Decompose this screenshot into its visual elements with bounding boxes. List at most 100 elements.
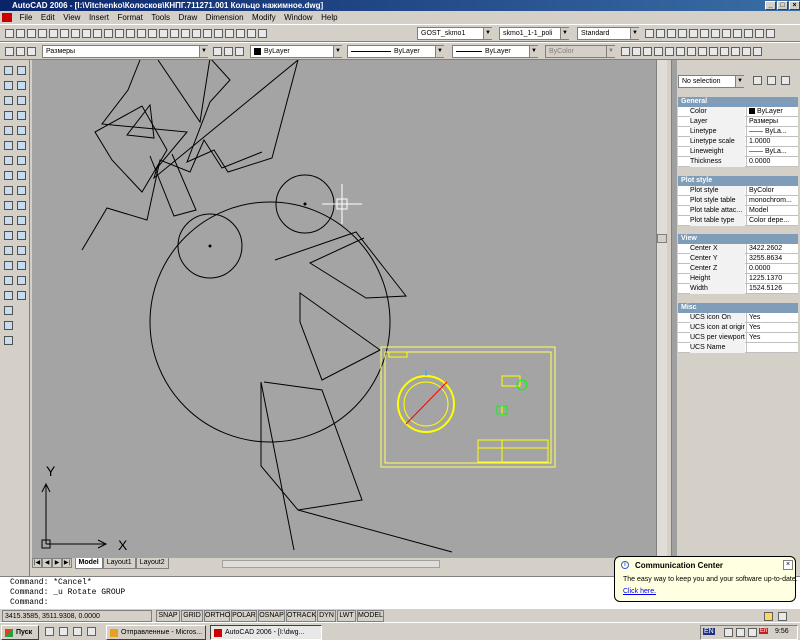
zoom-previous2-icon[interactable]: [744, 29, 753, 39]
text-style-select[interactable]: GOST_skmo1 ▼: [417, 27, 492, 40]
minimize-button[interactable]: _: [765, 1, 776, 10]
table-style-select[interactable]: Standard ▼: [577, 27, 639, 40]
publish-icon[interactable]: [60, 29, 69, 39]
tab-layout2[interactable]: Layout2: [135, 558, 169, 569]
menu-view[interactable]: View: [60, 11, 83, 24]
section-plot-style[interactable]: Plot style: [678, 176, 798, 186]
baseline-icon[interactable]: [720, 47, 729, 57]
zoom-window-icon[interactable]: [170, 29, 179, 39]
quicklaunch-icon[interactable]: [87, 627, 96, 636]
selection-select[interactable]: No selection ▼: [678, 75, 744, 88]
circle-icon[interactable]: [4, 171, 13, 180]
section-view[interactable]: View: [678, 234, 798, 244]
stretch-icon[interactable]: [17, 186, 26, 195]
dyn-button[interactable]: DYN: [317, 610, 336, 622]
quicklaunch-icon[interactable]: [73, 627, 82, 636]
continue-icon[interactable]: [731, 47, 740, 57]
prop-row[interactable]: Lineweight —— ByLa...: [678, 147, 798, 157]
design-center-icon[interactable]: [203, 29, 212, 39]
ellipse-arc-icon[interactable]: [4, 231, 13, 240]
dimension-angular-icon[interactable]: [698, 47, 707, 57]
ortho-button[interactable]: ORTHO: [204, 610, 230, 622]
zoom-object-icon[interactable]: [711, 29, 720, 39]
quicklaunch-icon[interactable]: [45, 627, 54, 636]
snap-button[interactable]: SNAP: [156, 610, 180, 622]
menu-dimension[interactable]: Dimension: [203, 11, 247, 24]
model-button[interactable]: MODEL: [357, 610, 384, 622]
prop-row[interactable]: Color ByLayer: [678, 107, 798, 117]
lineweight-select[interactable]: ByLayer ▼: [452, 45, 538, 58]
help-icon[interactable]: [258, 29, 267, 39]
tab-layout1[interactable]: Layout1: [102, 558, 136, 569]
zoom-extents-icon[interactable]: [678, 29, 687, 39]
undo-icon[interactable]: [126, 29, 135, 39]
prop-row[interactable]: Thickness 0.0000: [678, 157, 798, 167]
ellipse-icon[interactable]: [4, 216, 13, 225]
copy-object-icon[interactable]: [17, 81, 26, 90]
prop-row[interactable]: UCS icon On Yes: [678, 313, 798, 323]
trim-icon[interactable]: [17, 201, 26, 210]
scroll-thumb[interactable]: [657, 234, 667, 243]
prop-row[interactable]: Plot style table monochrom...: [678, 196, 798, 206]
extend-icon[interactable]: [17, 216, 26, 225]
grid-button[interactable]: GRID: [181, 610, 203, 622]
calculator-icon[interactable]: [247, 29, 256, 39]
pan-icon[interactable]: [148, 29, 157, 39]
array-icon[interactable]: [17, 126, 26, 135]
dimension-arc-icon[interactable]: [643, 47, 652, 57]
lightbulb-icon[interactable]: [16, 47, 25, 57]
menu-draw[interactable]: Draw: [176, 11, 201, 24]
match-properties-icon[interactable]: [104, 29, 113, 39]
zoom-all-icon[interactable]: [667, 29, 676, 39]
tray-icon[interactable]: [748, 628, 757, 637]
zoom-previous-icon[interactable]: [181, 29, 190, 39]
chamfer-icon[interactable]: [17, 261, 26, 270]
rotate-icon[interactable]: [17, 156, 26, 165]
next-tab-button[interactable]: ▶: [52, 558, 62, 568]
polyline-icon[interactable]: [4, 111, 13, 120]
prop-row[interactable]: Plot table type Color depe...: [678, 216, 798, 226]
dimension-linear-icon[interactable]: [621, 47, 630, 57]
make-block-icon[interactable]: [4, 261, 13, 270]
tab-model[interactable]: Model: [74, 558, 103, 569]
table-icon[interactable]: [4, 336, 13, 345]
prop-row[interactable]: Layer Размеры: [678, 117, 798, 127]
prop-row[interactable]: Plot table attac... Model: [678, 206, 798, 216]
maximize-button[interactable]: □: [777, 1, 788, 10]
erase-icon[interactable]: [17, 66, 26, 75]
explode-icon[interactable]: [17, 291, 26, 300]
app-icon[interactable]: [2, 13, 12, 23]
menu-tools[interactable]: Tools: [148, 11, 173, 24]
command-prompt[interactable]: Command:: [10, 598, 48, 608]
select-objects-icon[interactable]: [767, 76, 776, 85]
dimension-ordinate-icon[interactable]: [654, 47, 663, 57]
revcloud-icon[interactable]: [4, 186, 13, 195]
polygon-icon[interactable]: [4, 126, 13, 135]
prop-row[interactable]: Center Y 3255.8634: [678, 254, 798, 264]
dim-style-select[interactable]: skmo1_1-1_poli ▼: [499, 27, 569, 40]
menu-modify[interactable]: Modify: [249, 11, 279, 24]
first-tab-button[interactable]: |◀: [32, 558, 42, 568]
keyboard-layout-icon[interactable]: En: [759, 628, 769, 634]
menu-file[interactable]: File: [17, 11, 36, 24]
mirror-icon[interactable]: [17, 96, 26, 105]
paste-icon[interactable]: [93, 29, 102, 39]
cut-icon[interactable]: [71, 29, 80, 39]
prop-row[interactable]: Linetype —— ByLa...: [678, 127, 798, 137]
dimension-radius-icon[interactable]: [665, 47, 674, 57]
prop-row[interactable]: UCS icon at origin Yes: [678, 323, 798, 333]
click-here-link[interactable]: Click here.: [623, 588, 656, 595]
close-icon[interactable]: ×: [783, 560, 793, 570]
gradient-icon[interactable]: [4, 306, 13, 315]
menu-insert[interactable]: Insert: [86, 11, 112, 24]
color-select[interactable]: ByLayer ▼: [250, 45, 342, 58]
plotstyle-select[interactable]: ByColor ▼: [545, 45, 615, 58]
prop-row[interactable]: Plot style ByColor: [678, 186, 798, 196]
layer-manager-icon[interactable]: [5, 47, 14, 57]
prop-row[interactable]: Linetype scale 1.0000: [678, 137, 798, 147]
layer-previous-icon[interactable]: [224, 47, 233, 57]
tray-icon[interactable]: [736, 628, 745, 637]
text-icon[interactable]: [4, 66, 13, 75]
drawing-canvas[interactable]: Y X: [32, 60, 656, 558]
scale-icon[interactable]: [17, 171, 26, 180]
